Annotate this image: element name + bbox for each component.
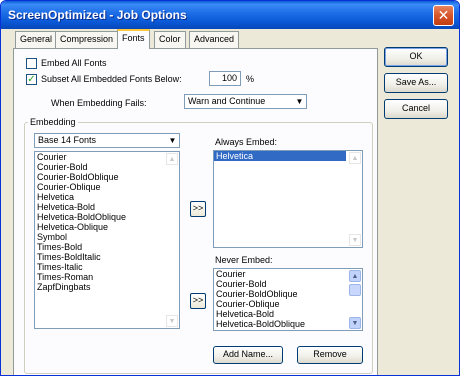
list-item[interactable]: Courier-Bold — [35, 162, 179, 172]
tab-color[interactable]: Color — [154, 31, 186, 48]
list-item[interactable]: Helvetica — [35, 192, 179, 202]
check-icon: ✓ — [27, 74, 36, 85]
cancel-button[interactable]: Cancel — [384, 99, 448, 119]
never-embed-items: Courier Courier-Bold Courier-BoldOblique… — [214, 269, 362, 329]
dialog-client: General Compression Fonts Color Advanced… — [1, 29, 459, 375]
remove-button[interactable]: Remove — [297, 346, 363, 364]
list-item[interactable]: Courier-Oblique — [214, 299, 362, 309]
add-name-button[interactable]: Add Name... — [213, 346, 283, 364]
fonts-tab-panel: Embed All Fonts ✓ Subset All Embedded Fo… — [13, 48, 378, 375]
list-item[interactable]: Helvetica-Oblique — [35, 222, 179, 232]
list-item[interactable]: Symbol — [35, 232, 179, 242]
list-item[interactable]: Courier-Bold — [214, 279, 362, 289]
source-scrollbar[interactable]: ▲ ▼ — [165, 152, 179, 328]
close-button[interactable]: ✕ — [433, 5, 454, 26]
list-item[interactable]: Helvetica — [214, 151, 346, 161]
scroll-up-icon[interactable]: ▲ — [349, 270, 361, 282]
subset-percent-input[interactable]: 100 — [209, 71, 241, 86]
always-embed-list[interactable]: Helvetica ▲ ▼ — [213, 150, 363, 248]
percent-unit: % — [246, 74, 255, 84]
add-to-always-embed-button[interactable]: >> — [190, 201, 206, 217]
scroll-up-icon[interactable]: ▲ — [349, 152, 361, 164]
tab-general[interactable]: General — [15, 31, 58, 48]
never-embed-label: Never Embed: — [215, 255, 273, 265]
list-item[interactable]: Courier-BoldOblique — [35, 172, 179, 182]
scroll-thumb[interactable] — [349, 284, 361, 296]
list-item[interactable]: Courier-Oblique — [35, 182, 179, 192]
list-item[interactable]: ZapfDingbats — [35, 282, 179, 292]
dropdown-arrow-icon[interactable]: ▼ — [292, 95, 306, 108]
tab-fonts[interactable]: Fonts — [117, 29, 150, 49]
list-item[interactable]: Times-Bold — [35, 242, 179, 252]
when-fails-value: Warn and Continue — [188, 96, 266, 106]
list-item[interactable]: Courier-BoldOblique — [214, 289, 362, 299]
list-item[interactable]: Helvetica-BoldOblique — [214, 319, 362, 329]
font-source-items: Courier Courier-Bold Courier-BoldOblique… — [35, 152, 179, 292]
list-item[interactable]: Courier — [214, 269, 362, 279]
tab-advanced[interactable]: Advanced — [189, 31, 240, 48]
list-item[interactable]: Times-Italic — [35, 262, 179, 272]
always-embed-label: Always Embed: — [215, 137, 278, 147]
never-embed-scrollbar[interactable]: ▲ ▼ — [348, 269, 362, 330]
list-item[interactable]: Helvetica-Bold — [214, 309, 362, 319]
always-embed-scrollbar[interactable]: ▲ ▼ — [348, 151, 362, 247]
dropdown-arrow-icon[interactable]: ▼ — [165, 134, 179, 147]
list-item[interactable]: Courier — [35, 152, 179, 162]
font-source-value: Base 14 Fonts — [38, 135, 97, 145]
window-title: ScreenOptimized - Job Options — [8, 8, 187, 22]
subset-checkbox[interactable]: ✓ — [26, 74, 37, 85]
title-bar[interactable]: ScreenOptimized - Job Options ✕ — [1, 1, 459, 29]
font-source-list[interactable]: Courier Courier-Bold Courier-BoldOblique… — [34, 151, 180, 329]
tab-compression[interactable]: Compression — [55, 31, 119, 48]
scroll-up-icon[interactable]: ▲ — [166, 153, 178, 165]
never-embed-list[interactable]: Courier Courier-Bold Courier-BoldOblique… — [213, 268, 363, 331]
list-item[interactable]: Helvetica-Bold — [35, 202, 179, 212]
job-options-dialog: ScreenOptimized - Job Options ✕ General … — [0, 0, 460, 376]
list-item[interactable]: Times-BoldItalic — [35, 252, 179, 262]
scroll-down-icon[interactable]: ▼ — [349, 234, 361, 246]
when-fails-label: When Embedding Fails: — [51, 98, 147, 108]
when-fails-select[interactable]: Warn and Continue ▼ — [184, 94, 307, 109]
list-item[interactable]: Times-Roman — [35, 272, 179, 282]
embedding-group-title: Embedding — [28, 117, 78, 127]
embed-all-label: Embed All Fonts — [41, 58, 107, 68]
scroll-down-icon[interactable]: ▼ — [349, 317, 361, 329]
subset-label: Subset All Embedded Fonts Below: — [41, 74, 182, 84]
add-to-never-embed-button[interactable]: >> — [190, 293, 206, 309]
save-as-button[interactable]: Save As... — [384, 73, 448, 93]
font-source-select[interactable]: Base 14 Fonts ▼ — [34, 133, 180, 148]
ok-button[interactable]: OK — [384, 47, 448, 67]
list-item[interactable]: Helvetica-BoldOblique — [35, 212, 179, 222]
embed-all-checkbox[interactable] — [26, 58, 37, 69]
scroll-down-icon[interactable]: ▼ — [166, 315, 178, 327]
